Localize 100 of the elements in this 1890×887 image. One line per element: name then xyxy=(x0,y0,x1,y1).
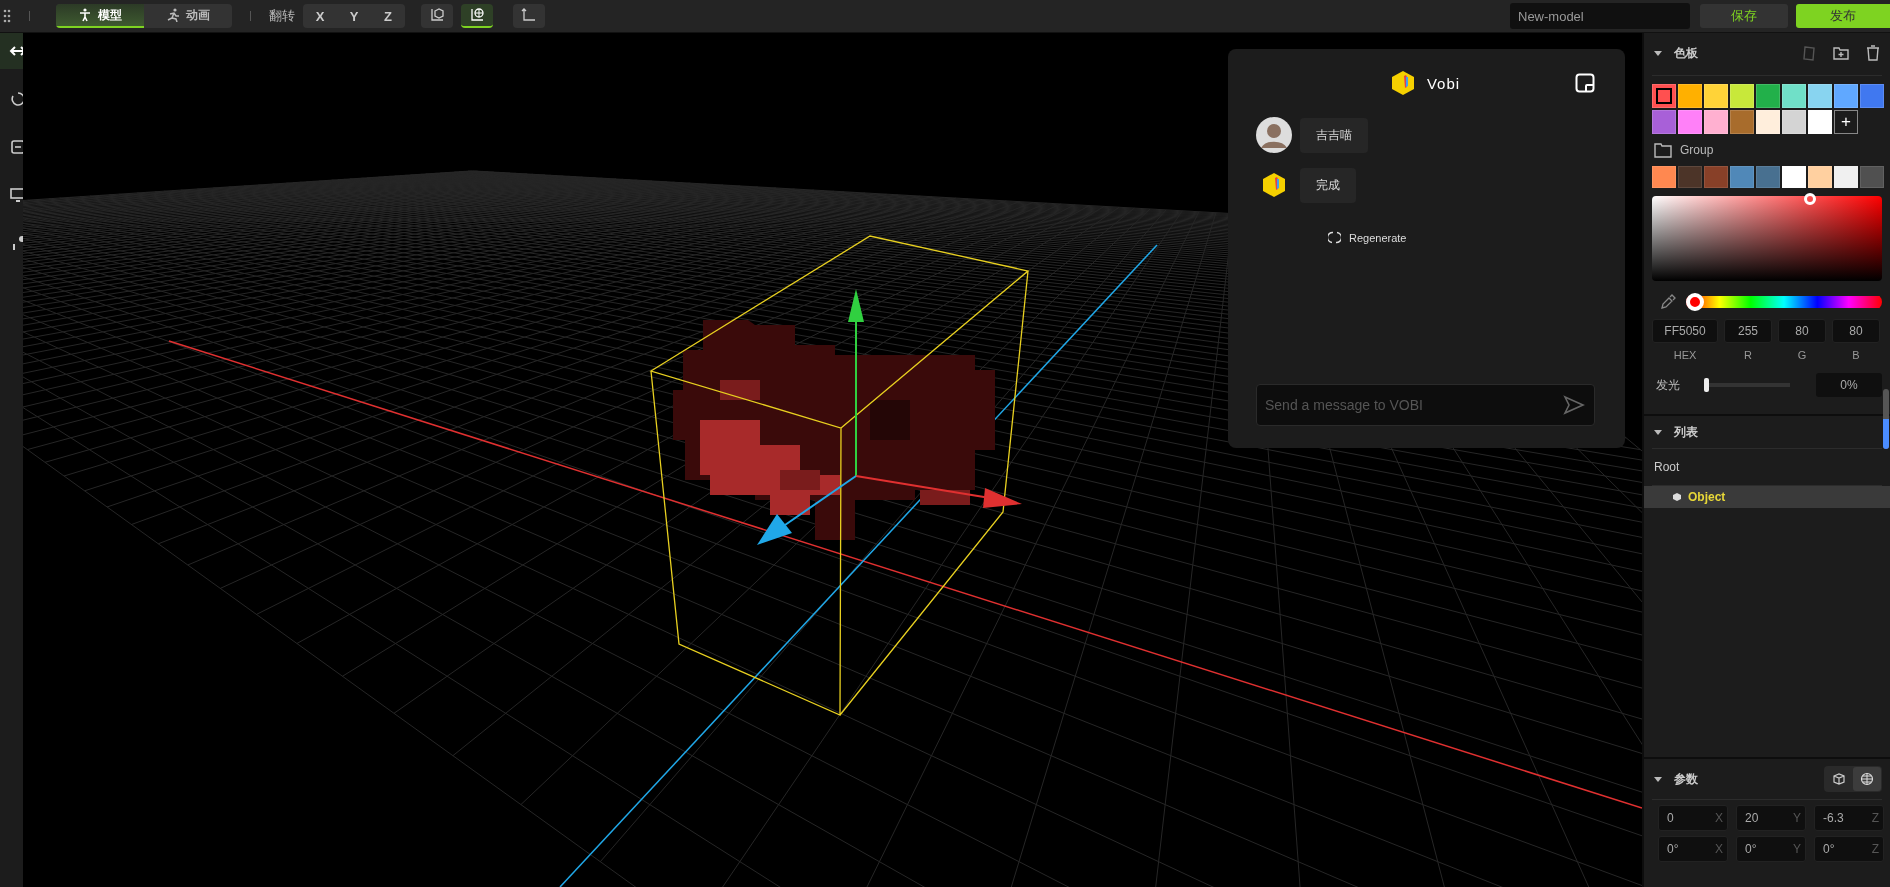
flip-axis-button[interactable]: Z xyxy=(371,4,405,28)
view-mode-button[interactable] xyxy=(421,4,453,28)
cube-icon xyxy=(1672,492,1682,502)
glow-slider-thumb[interactable] xyxy=(1704,378,1709,392)
color-swatch[interactable] xyxy=(1756,84,1780,108)
field-label: R xyxy=(1744,349,1752,361)
space-toggle-button[interactable] xyxy=(1853,767,1881,791)
color-swatch[interactable] xyxy=(1782,166,1806,188)
param-field[interactable]: 0° Z xyxy=(1814,836,1884,862)
color-swatch[interactable] xyxy=(1782,110,1806,134)
axes-button[interactable] xyxy=(513,4,545,28)
cube-axes-icon xyxy=(429,7,445,23)
tree-item[interactable]: Root xyxy=(1644,449,1890,485)
scrollbar[interactable] xyxy=(1883,389,1889,449)
view-mode-button[interactable] xyxy=(461,4,493,28)
color-swatch[interactable] xyxy=(1782,84,1806,108)
add-folder-icon[interactable] xyxy=(1832,44,1850,62)
color-swatch[interactable] xyxy=(1834,84,1858,108)
hue-slider[interactable] xyxy=(1686,293,1882,311)
color-swatch[interactable] xyxy=(1730,166,1754,188)
color-swatch[interactable] xyxy=(1652,166,1676,188)
section-title: 参数 xyxy=(1674,770,1698,788)
color-swatch[interactable] xyxy=(1730,84,1754,108)
color-swatch[interactable] xyxy=(1756,110,1780,134)
cube-icon xyxy=(1832,772,1846,786)
color-swatch[interactable] xyxy=(1652,84,1676,108)
monitor-icon xyxy=(9,186,23,204)
send-icon[interactable] xyxy=(1563,394,1585,416)
axis-label: X xyxy=(1715,811,1723,825)
color-swatch[interactable] xyxy=(1756,166,1780,188)
save-button[interactable]: 保存 xyxy=(1700,4,1788,28)
drag-handle-icon[interactable] xyxy=(3,8,11,24)
color-swatch[interactable] xyxy=(1808,84,1832,108)
color-swatch[interactable] xyxy=(1704,110,1728,134)
param-field[interactable]: -6.3 Z xyxy=(1814,805,1884,831)
model-name-field[interactable]: New-model xyxy=(1510,3,1690,29)
axis-label: Y xyxy=(1793,842,1801,856)
collapse-triangle-icon[interactable] xyxy=(1654,775,1662,783)
color-swatch[interactable] xyxy=(1860,166,1884,188)
mode-tab[interactable]: 动画 xyxy=(144,4,232,28)
globe-icon xyxy=(1860,772,1874,786)
color-swatch[interactable] xyxy=(1834,166,1858,188)
param-field[interactable]: 0 X xyxy=(1658,805,1728,831)
regenerate-button[interactable]: Regenerate xyxy=(1328,231,1407,244)
delete-icon[interactable] xyxy=(1864,44,1882,62)
globe-axes-icon xyxy=(469,7,485,23)
running-person-icon xyxy=(166,8,180,22)
color-swatch[interactable] xyxy=(1808,166,1832,188)
color-swatch[interactable] xyxy=(1704,166,1728,188)
avatar-icon xyxy=(1256,117,1292,153)
color-picker-area[interactable] xyxy=(1652,196,1882,281)
color-swatch[interactable] xyxy=(1678,110,1702,134)
field-label: B xyxy=(1852,349,1860,361)
message-bubble: 吉吉喵 xyxy=(1300,117,1368,153)
collapse-triangle-icon[interactable] xyxy=(1654,49,1662,57)
axis-label: Z xyxy=(1871,842,1879,856)
color-value-field[interactable]: 80 xyxy=(1778,319,1826,343)
color-value-field[interactable]: 80 xyxy=(1832,319,1880,343)
hue-slider-thumb[interactable] xyxy=(1686,293,1704,311)
hexagon-logo-icon xyxy=(1390,70,1415,96)
section-title: 色板 xyxy=(1674,44,1698,62)
color-swatch[interactable] xyxy=(1678,166,1702,188)
param-field[interactable]: 0° X xyxy=(1658,836,1728,862)
cards-icon[interactable] xyxy=(1800,44,1818,62)
standing-person-icon xyxy=(78,8,92,22)
window-icon[interactable] xyxy=(1575,73,1595,93)
glow-value: 0% xyxy=(1816,373,1882,397)
tree-item[interactable]: Object xyxy=(1644,486,1890,508)
add-color-button[interactable]: + xyxy=(1834,110,1858,134)
refresh-icon xyxy=(1328,231,1341,244)
message-field[interactable]: Send a message to VOBI xyxy=(1256,384,1595,426)
flip-label: 翻转 xyxy=(269,7,295,25)
picker-handle[interactable] xyxy=(1804,193,1816,205)
collapse-triangle-icon[interactable] xyxy=(1654,428,1662,436)
glow-label: 发光 xyxy=(1656,376,1681,394)
flip-axis-button[interactable]: X xyxy=(303,4,337,28)
color-swatch[interactable] xyxy=(1730,110,1754,134)
tool-button[interactable] xyxy=(0,33,23,69)
group-label: Group xyxy=(1680,143,1714,157)
color-value-field[interactable]: FF5050 xyxy=(1652,319,1718,343)
color-swatch[interactable] xyxy=(1808,110,1832,134)
param-field[interactable]: 20 Y xyxy=(1736,805,1806,831)
color-swatch[interactable] xyxy=(1652,110,1676,134)
rotate-icon xyxy=(9,90,23,108)
field-label: G xyxy=(1797,349,1807,361)
color-swatch[interactable] xyxy=(1678,84,1702,108)
axis-label: X xyxy=(1715,842,1723,856)
publish-button[interactable]: 发布 xyxy=(1796,4,1890,28)
axis-label: Y xyxy=(1793,811,1801,825)
mode-tab[interactable]: 模型 xyxy=(56,4,144,28)
section-title: 列表 xyxy=(1674,423,1698,441)
axes-icon xyxy=(521,7,537,23)
axis-label: Z xyxy=(1871,811,1879,825)
color-value-field[interactable]: 255 xyxy=(1724,319,1772,343)
eyedropper-icon[interactable] xyxy=(1660,294,1676,310)
color-swatch[interactable] xyxy=(1704,84,1728,108)
flip-axis-button[interactable]: Y xyxy=(337,4,371,28)
color-swatch[interactable] xyxy=(1860,84,1884,108)
field-label: HEX xyxy=(1673,349,1697,361)
param-field[interactable]: 0° Y xyxy=(1736,836,1806,862)
